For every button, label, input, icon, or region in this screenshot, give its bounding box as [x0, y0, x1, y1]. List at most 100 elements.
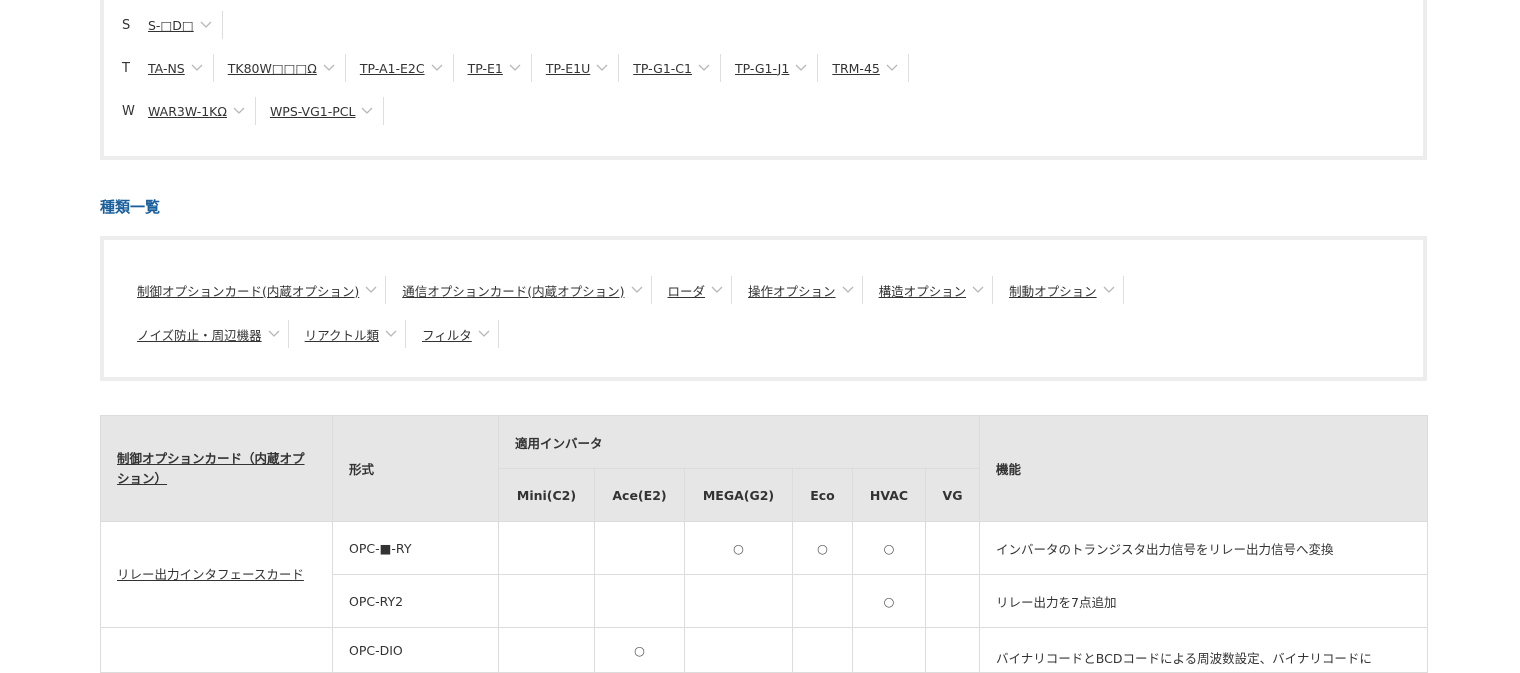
inverter-hvac: HVAC [852, 468, 926, 522]
type-link[interactable]: 制御オプションカード(内蔵オプション) [137, 281, 359, 300]
type-item[interactable]: フィルタ [422, 320, 499, 348]
model-cell: OPC-RY2 [332, 574, 499, 628]
types-section-title: 種類一覧 [100, 198, 161, 216]
table-header-row: 制御オプションカード（内蔵オプション） 形式 適用インバータ 機能 [100, 415, 1429, 522]
index-item[interactable]: TP-E1 [468, 54, 532, 82]
inverter-ace: Ace(E2) [594, 468, 685, 522]
index-row-s: S S-□D□ [122, 11, 237, 39]
chevron-down-icon [631, 286, 643, 294]
types-row-1: 制御オプションカード(内蔵オプション) 通信オプションカード(内蔵オプション) … [137, 276, 1140, 304]
index-link[interactable]: TA-NS [148, 61, 185, 76]
chevron-down-icon [711, 286, 723, 294]
index-link[interactable]: WPS-VG1-PCL [270, 104, 356, 119]
mark-cell: ○ [684, 521, 793, 575]
index-item[interactable]: WAR3W-1KΩ [148, 97, 256, 125]
table-row: OPC-DIO ○ バイナリコードとBCDコードによる周波数設定、バイナリコード… [100, 627, 1429, 673]
index-item[interactable]: TP-G1-J1 [735, 54, 819, 82]
mark-cell: ○ [852, 574, 926, 628]
chevron-down-icon [842, 286, 854, 294]
mark-cell [852, 627, 926, 673]
index-item[interactable]: S-□D□ [148, 11, 223, 39]
function-cell: インバータのトランジスタ出力信号をリレー出力信号へ変換 [979, 521, 1429, 575]
mark-cell [792, 574, 853, 628]
chevron-down-icon [698, 64, 710, 72]
mark-cell [498, 574, 595, 628]
table-row: リレー出力インタフェースカード OPC-■-RY ○ ○ ○ インバータのトラン… [100, 521, 1429, 628]
chevron-down-icon [268, 330, 280, 338]
chevron-down-icon [478, 330, 490, 338]
chevron-down-icon [361, 107, 373, 115]
chevron-down-icon [972, 286, 984, 294]
function-header: 機能 [979, 415, 1429, 522]
category-header-link[interactable]: 制御オプションカード（内蔵オプション） [117, 451, 305, 486]
type-item[interactable]: ノイズ防止・周辺機器 [137, 320, 289, 348]
index-link[interactable]: TP-G1-J1 [735, 61, 789, 76]
chevron-down-icon [1103, 286, 1115, 294]
type-item[interactable]: 操作オプション [748, 276, 863, 304]
chevron-down-icon [200, 21, 212, 29]
index-item[interactable]: TRM-45 [832, 54, 909, 82]
index-link[interactable]: TP-G1-C1 [633, 61, 692, 76]
mark-cell [498, 521, 595, 575]
type-item[interactable]: ローダ [668, 276, 733, 304]
index-letter: S [122, 17, 131, 33]
type-link[interactable]: 構造オプション [879, 281, 967, 300]
type-item[interactable]: 制御オプションカード(内蔵オプション) [137, 276, 387, 304]
type-link[interactable]: ノイズ防止・周辺機器 [137, 325, 262, 344]
chevron-down-icon [323, 64, 335, 72]
model-index-panel: S S-□D□ T TA-NS TK80W□□□Ω TP-A1-E2C TP-E… [100, 0, 1427, 160]
index-letter: W [122, 103, 135, 119]
index-item[interactable]: TP-A1-E2C [360, 54, 454, 82]
type-item[interactable]: 通信オプションカード(内蔵オプション) [402, 276, 652, 304]
chevron-down-icon [886, 64, 898, 72]
index-row-w: W WAR3W-1KΩ WPS-VG1-PCL [122, 97, 398, 125]
type-item[interactable]: 制動オプション [1009, 276, 1124, 304]
mark-cell: ○ [594, 627, 685, 673]
type-link[interactable]: 操作オプション [748, 281, 836, 300]
type-link[interactable]: 制動オプション [1009, 281, 1097, 300]
index-item[interactable]: TK80W□□□Ω [228, 54, 346, 82]
type-link[interactable]: リアクトル類 [305, 325, 379, 344]
index-link[interactable]: TK80W□□□Ω [228, 61, 317, 76]
types-panel: 制御オプションカード(内蔵オプション) 通信オプションカード(内蔵オプション) … [100, 236, 1427, 381]
model-cell: OPC-■-RY [332, 521, 499, 575]
mark-cell [684, 627, 793, 673]
index-item[interactable]: TP-G1-C1 [633, 54, 721, 82]
function-cell: バイナリコードとBCDコードによる周波数設定、バイナリコードに [979, 627, 1429, 673]
category-header: 制御オプションカード（内蔵オプション） [100, 415, 333, 522]
chevron-down-icon [191, 64, 203, 72]
inverter-mega: MEGA(G2) [684, 468, 793, 522]
index-link[interactable]: TP-A1-E2C [360, 61, 425, 76]
type-link[interactable]: 通信オプションカード(内蔵オプション) [402, 281, 624, 300]
mark-cell [924, 574, 981, 628]
chevron-down-icon [431, 64, 443, 72]
index-link[interactable]: TP-E1 [468, 61, 503, 76]
category-link[interactable]: リレー出力インタフェースカード [117, 567, 304, 582]
chevron-down-icon [509, 64, 521, 72]
inverter-header: 適用インバータ [497, 415, 981, 469]
index-item[interactable]: TA-NS [148, 54, 214, 82]
inverter-vg: VG [924, 468, 981, 522]
mark-cell [684, 574, 793, 628]
mark-cell [594, 521, 685, 575]
chevron-down-icon [233, 107, 245, 115]
mark-cell: ○ [852, 521, 926, 575]
type-item[interactable]: 構造オプション [879, 276, 994, 304]
index-link[interactable]: S-□D□ [148, 18, 194, 33]
index-item[interactable]: TP-E1U [546, 54, 620, 82]
mark-cell [924, 627, 981, 673]
type-link[interactable]: フィルタ [422, 325, 472, 344]
type-link[interactable]: ローダ [668, 281, 706, 300]
index-link[interactable]: TRM-45 [832, 61, 880, 76]
index-link[interactable]: TP-E1U [546, 61, 590, 76]
mark-cell: ○ [792, 521, 853, 575]
category-cell [100, 627, 333, 673]
chevron-down-icon [795, 64, 807, 72]
index-item[interactable]: WPS-VG1-PCL [270, 97, 385, 125]
model-header: 形式 [332, 415, 499, 522]
type-item[interactable]: リアクトル類 [305, 320, 407, 348]
index-link[interactable]: WAR3W-1KΩ [148, 104, 227, 119]
index-letter: T [122, 60, 130, 76]
mark-cell [792, 627, 853, 673]
types-row-2: ノイズ防止・周辺機器 リアクトル類 フィルタ [137, 320, 515, 348]
